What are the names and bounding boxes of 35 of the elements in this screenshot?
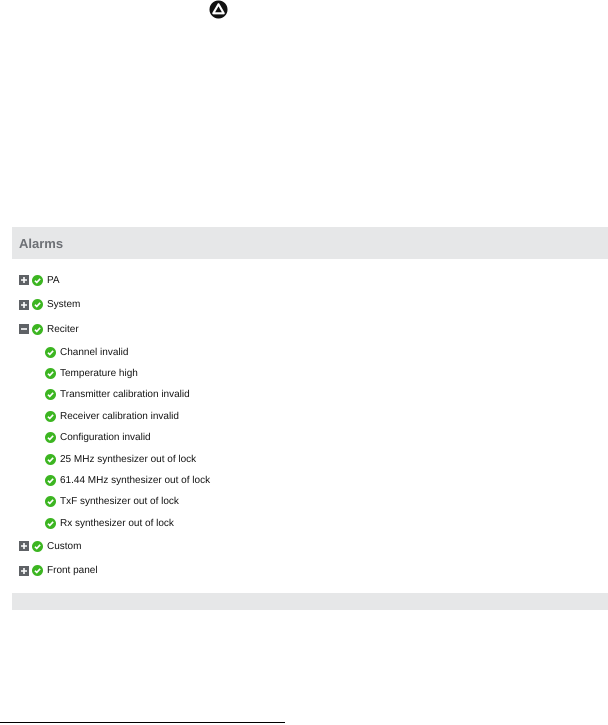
expand-icon[interactable] bbox=[19, 566, 29, 576]
check-circle-icon bbox=[32, 324, 43, 335]
check-circle-icon bbox=[45, 518, 56, 529]
alarm-label: Channel invalid bbox=[60, 346, 128, 358]
check-circle-icon bbox=[45, 432, 56, 444]
alarm-label[interactable]: Front panel bbox=[47, 565, 98, 576]
alarm-label[interactable]: Custom bbox=[47, 540, 82, 552]
check-circle-icon bbox=[32, 565, 43, 576]
alarm-label[interactable]: System bbox=[47, 299, 80, 310]
alarm-label: 25 MHz synthesizer out of lock bbox=[60, 454, 196, 465]
triangle-logo-icon bbox=[209, 0, 228, 19]
check-circle-icon bbox=[32, 540, 43, 552]
collapse-icon[interactable] bbox=[19, 324, 29, 334]
alarm-label: Configuration invalid bbox=[60, 432, 151, 444]
alarm-label: Rx synthesizer out of lock bbox=[60, 518, 174, 529]
check-circle-icon bbox=[32, 299, 43, 310]
check-circle-icon bbox=[45, 475, 56, 486]
alarm-label: TxF synthesizer out of lock bbox=[60, 496, 179, 508]
check-circle-icon bbox=[45, 496, 56, 508]
check-circle-icon bbox=[45, 389, 56, 400]
alarm-label[interactable]: Reciter bbox=[47, 324, 79, 335]
alarm-label: Transmitter calibration invalid bbox=[60, 389, 190, 400]
alarm-label: 61.44 MHz synthesizer out of lock bbox=[60, 475, 210, 486]
check-circle-icon bbox=[45, 368, 56, 380]
alarm-label[interactable]: PA bbox=[47, 274, 60, 286]
panel-title: Alarms bbox=[19, 236, 64, 250]
alarm-label: Temperature high bbox=[60, 368, 138, 380]
expand-icon[interactable] bbox=[19, 300, 29, 310]
expand-icon[interactable] bbox=[19, 541, 29, 552]
check-circle-icon bbox=[45, 410, 56, 422]
check-circle-icon bbox=[32, 274, 43, 286]
expand-icon[interactable] bbox=[19, 275, 29, 286]
alarm-label: Receiver calibration invalid bbox=[60, 410, 179, 422]
check-circle-icon bbox=[45, 454, 56, 465]
check-circle-icon bbox=[45, 346, 56, 358]
